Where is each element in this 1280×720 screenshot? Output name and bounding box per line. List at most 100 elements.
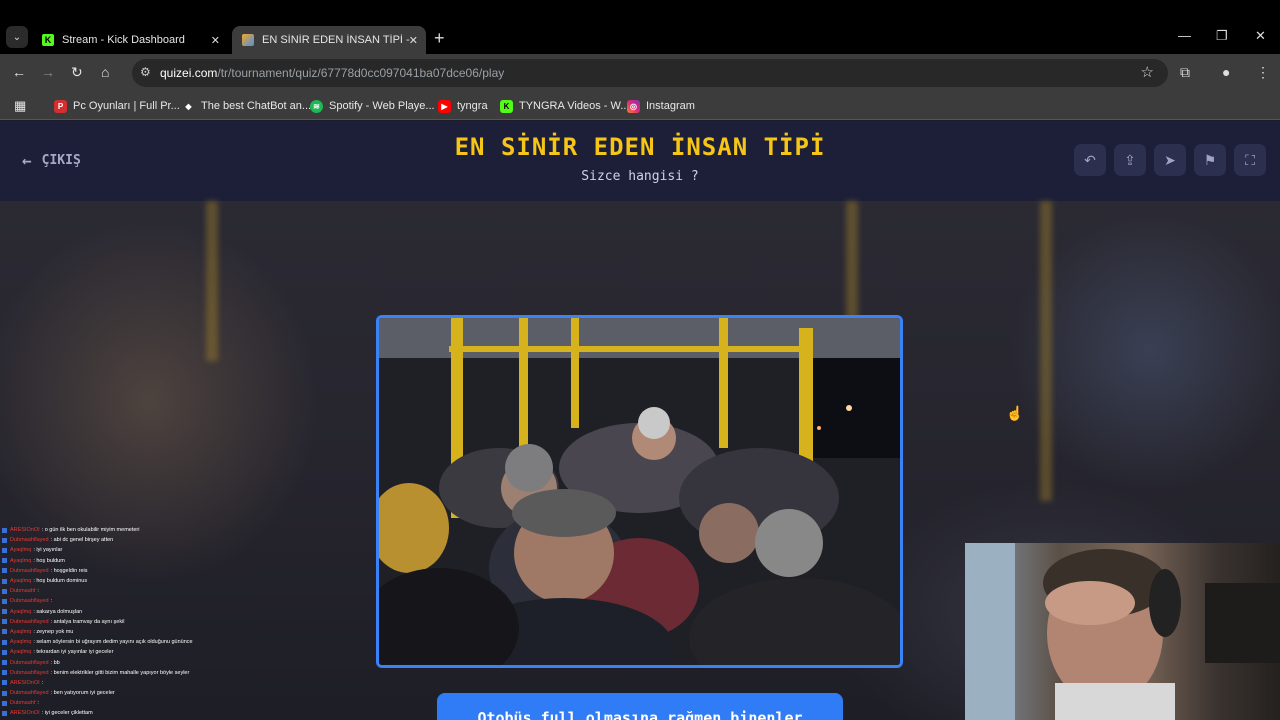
close-window-icon[interactable]: ✕ bbox=[1255, 28, 1266, 44]
bookmark-pc-oyunlari[interactable]: P Pc Oyunları | Full Pr... bbox=[54, 97, 180, 115]
chat-message: Ayaqlmq: iyi yayınlar bbox=[0, 545, 260, 555]
back-arrow-icon[interactable]: ← bbox=[12, 64, 26, 80]
chat-message: ARESIOnOI: bbox=[0, 678, 260, 688]
hand-cursor-icon: ☝ bbox=[1006, 405, 1024, 421]
option-button[interactable]: Otobüs full olmasına rağmen binenler bbox=[437, 693, 843, 720]
badge-icon bbox=[2, 690, 7, 696]
bookmark-tyngra[interactable]: ▶ tyngra bbox=[438, 97, 488, 115]
background-pole bbox=[846, 201, 858, 321]
forward-arrow-icon[interactable]: → bbox=[41, 64, 55, 80]
badge-icon bbox=[2, 629, 7, 635]
badge-icon bbox=[2, 588, 7, 594]
badge-icon bbox=[2, 619, 7, 625]
chat-message: ARESIOnOI: iyi geceler çiklettam bbox=[0, 708, 260, 718]
chat-username[interactable]: Dubmaahflayed bbox=[10, 670, 49, 676]
bookmark-star-icon[interactable]: ☆ bbox=[1141, 63, 1154, 81]
chat-username[interactable]: Ayaqlmq bbox=[10, 547, 31, 553]
chat-text: : hoşgeldin reis bbox=[50, 567, 88, 574]
apps-grid-icon[interactable]: ▦ bbox=[14, 97, 26, 115]
chat-username[interactable]: Ayaqlmq bbox=[10, 649, 31, 655]
chat-username[interactable]: ARESIOnOI bbox=[10, 710, 40, 716]
chat-message: Ayaqlmq: selam söylersin bi uğrayım dedi… bbox=[0, 637, 260, 647]
chat-message: Dubmaahflayed: ben yatıyorum iyi geceler bbox=[0, 688, 260, 698]
chat-username[interactable]: Dubmaahflayed bbox=[10, 660, 49, 666]
minimize-icon[interactable]: — bbox=[1178, 28, 1191, 43]
youtube-icon: ▶ bbox=[438, 99, 451, 113]
chat-username[interactable]: ARESIOnOI bbox=[10, 680, 40, 686]
chat-username[interactable]: Dubmaahflayed bbox=[10, 690, 49, 696]
bookmark-instagram[interactable]: ◎ Instagram bbox=[627, 97, 695, 115]
bookmark-spotify[interactable]: ≋ Spotify - Web Playe... bbox=[310, 97, 435, 115]
bookmark-chatbot[interactable]: ◆ The best ChatBot an... bbox=[182, 97, 311, 115]
background-pole bbox=[206, 201, 218, 361]
chat-text: : hoş buldum bbox=[33, 557, 65, 564]
chat-message: Ayaqlmq: tekrardan iyi yayınlar iyi gece… bbox=[0, 647, 260, 657]
chat-message: Dubmaahf: bbox=[0, 586, 260, 596]
chat-username[interactable]: Ayaqlmq bbox=[10, 609, 31, 615]
send-icon[interactable]: ➤ bbox=[1154, 144, 1186, 176]
profile-avatar-icon[interactable]: ● bbox=[1222, 64, 1230, 80]
badge-icon bbox=[2, 680, 7, 686]
close-tab-icon[interactable]: ✕ bbox=[211, 34, 220, 47]
flag-icon[interactable]: ⚑ bbox=[1194, 144, 1226, 176]
chat-text: : abi dc genel birşey atten bbox=[50, 537, 114, 544]
kick-icon: K bbox=[42, 34, 54, 46]
stream-chat-overlay: ARESIOnOI: o gün ilk ben okulabilir miyi… bbox=[0, 525, 260, 719]
share-icon[interactable]: ⇪ bbox=[1114, 144, 1146, 176]
site-info-icon[interactable]: ⚙ bbox=[140, 65, 151, 79]
quiz-header: ← ÇIKIŞ EN SİNİR EDEN İNSAN TİPİ Sizce h… bbox=[0, 121, 1280, 201]
chat-username[interactable]: ARESIOnOI bbox=[10, 527, 40, 533]
chat-message: Dubmaahflayed: bbox=[0, 596, 260, 606]
tab-quizei[interactable]: EN SİNİR EDEN İNSAN TİPİ - Qu ✕ bbox=[232, 26, 426, 54]
browser-toolbar: ← → ↻ ⌂ ⚙ quizei.com/tr/tournament/quiz/… bbox=[0, 54, 1280, 92]
option-image[interactable] bbox=[376, 315, 903, 668]
bookmark-label: Spotify - Web Playe... bbox=[329, 100, 435, 112]
badge-icon bbox=[2, 660, 7, 666]
fullscreen-icon[interactable]: ⛶ bbox=[1234, 144, 1266, 176]
badge-icon bbox=[2, 710, 7, 716]
bookmark-tyngra-videos[interactable]: K TYNGRA Videos - W... bbox=[500, 97, 629, 115]
chat-username[interactable]: Dubmaahflayed bbox=[10, 619, 49, 625]
tab-title: Stream - Kick Dashboard bbox=[62, 34, 185, 46]
chat-text: : bbox=[37, 588, 39, 595]
badge-icon bbox=[2, 649, 7, 655]
tab-title: EN SİNİR EDEN İNSAN TİPİ - Qu bbox=[262, 34, 412, 46]
chat-username[interactable]: Dubmaahf bbox=[10, 700, 35, 706]
undo-icon[interactable]: ↶ bbox=[1074, 144, 1106, 176]
tab-stream-kick[interactable]: K Stream - Kick Dashboard ✕ bbox=[32, 26, 228, 54]
pc-oyunlari-icon: P bbox=[54, 99, 67, 113]
new-tab-plus-icon[interactable]: + bbox=[434, 28, 445, 49]
bookmarks-bar: ▦ P Pc Oyunları | Full Pr... ◆ The best … bbox=[0, 92, 1280, 120]
reload-icon[interactable]: ↻ bbox=[71, 64, 83, 81]
chat-text: : bb bbox=[50, 659, 60, 666]
chat-username[interactable]: Ayaqlmq bbox=[10, 629, 31, 635]
chat-username[interactable]: Ayaqlmq bbox=[10, 578, 31, 584]
chat-username[interactable]: Dubmaahf bbox=[10, 588, 35, 594]
badge-icon bbox=[2, 547, 7, 553]
restore-icon[interactable]: ❐ bbox=[1216, 28, 1228, 44]
chatbot-icon: ◆ bbox=[185, 101, 192, 111]
extensions-puzzle-icon[interactable]: ⧉ bbox=[1180, 64, 1190, 81]
url-text[interactable]: quizei.com/tr/tournament/quiz/67778d0cc0… bbox=[160, 66, 504, 80]
chat-username[interactable]: Dubmaahflayed bbox=[10, 537, 49, 543]
badge-icon bbox=[2, 527, 7, 533]
chat-username[interactable]: Dubmaahflayed bbox=[10, 598, 49, 604]
chat-username[interactable]: Ayaqlmq bbox=[10, 639, 31, 645]
menu-kebab-icon[interactable]: ⋮ bbox=[1256, 64, 1270, 81]
chat-message: Dubmaahflayed: antalya tramvay da aynı ş… bbox=[0, 617, 260, 627]
kick-icon: K bbox=[500, 99, 513, 113]
streamer-webcam bbox=[965, 543, 1280, 720]
address-bar[interactable]: ⚙ quizei.com/tr/tournament/quiz/67778d0c… bbox=[132, 59, 1168, 87]
badge-icon bbox=[2, 578, 7, 584]
quiz-page: ← ÇIKIŞ EN SİNİR EDEN İNSAN TİPİ Sizce h… bbox=[0, 121, 1280, 720]
close-tab-icon[interactable]: ✕ bbox=[409, 34, 418, 47]
home-icon[interactable]: ⌂ bbox=[101, 64, 109, 80]
chat-message: Dubmaahflayed: abi dc genel birşey atten bbox=[0, 535, 260, 545]
tab-search-chevron-icon[interactable]: ⌄ bbox=[6, 26, 28, 48]
chat-message: Ayaqlmq: hoş buldum dominus bbox=[0, 576, 260, 586]
chat-text: : zeynep yok mu bbox=[33, 628, 74, 635]
chat-username[interactable]: Dubmaahflayed bbox=[10, 568, 49, 574]
badge-icon bbox=[2, 700, 7, 706]
browser-tab-strip: ⌄ K Stream - Kick Dashboard ✕ EN SİNİR E… bbox=[0, 0, 1280, 54]
chat-username[interactable]: Ayaqlmq bbox=[10, 558, 31, 564]
